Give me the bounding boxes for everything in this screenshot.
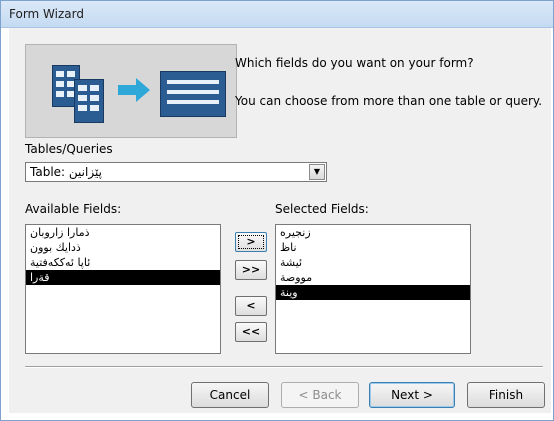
chevron-down-icon[interactable]: ▼ [309, 164, 325, 180]
cancel-button[interactable]: Cancel [191, 382, 269, 408]
arrow-right-icon [118, 85, 136, 95]
selected-fields-list[interactable]: زنجیرە ناظ ئیشة مووصة وینة [275, 224, 471, 354]
list-item[interactable]: زنجیرە [276, 225, 470, 240]
window-title: Form Wizard [9, 7, 84, 21]
next-button[interactable]: Next > [369, 382, 455, 408]
tables-queries-select[interactable]: Table: پێزانین ▼ [25, 162, 327, 182]
list-item[interactable]: ناظ [276, 240, 470, 255]
list-item-selected[interactable]: وینة [276, 285, 470, 300]
tables-queries-label: Tables/Queries [25, 142, 113, 156]
query-table-graphic [74, 79, 104, 123]
wizard-illustration [25, 44, 237, 138]
remove-field-button[interactable]: < [235, 296, 267, 316]
available-fields-label: Available Fields: [25, 202, 122, 216]
wizard-hint: You can choose from more than one table … [235, 94, 543, 108]
title-bar[interactable]: Form Wizard [1, 1, 553, 28]
add-all-fields-button[interactable]: >> [235, 260, 267, 280]
list-item[interactable]: مووصة [276, 270, 470, 285]
add-field-button[interactable]: > [235, 232, 267, 252]
back-button[interactable]: < Back [281, 382, 359, 408]
remove-all-fields-button[interactable]: << [235, 322, 267, 342]
list-item[interactable]: ئیشة [276, 255, 470, 270]
list-item[interactable]: ذمارا زاروبان [26, 225, 220, 240]
list-item[interactable]: ئاپا ئەككەفتیة [26, 255, 220, 270]
form-graphic [160, 71, 226, 117]
list-item-selected[interactable]: قةرا [26, 270, 220, 285]
footer-separator [25, 366, 543, 368]
arrowhead-icon [136, 78, 150, 102]
form-wizard-window: Form Wizard Which fields do you want on … [0, 0, 554, 421]
finish-button[interactable]: Finish [467, 382, 545, 408]
wizard-body: Which fields do you want on your form? Y… [9, 28, 551, 413]
wizard-prompt: Which fields do you want on your form? [235, 56, 474, 70]
selected-fields-label: Selected Fields: [275, 202, 369, 216]
tables-queries-value: Table: پێزانین [30, 165, 102, 179]
available-fields-list[interactable]: ذمارا زاروبان ذدایك بوون ئاپا ئەككەفتیة … [25, 224, 221, 354]
list-item[interactable]: ذدایك بوون [26, 240, 220, 255]
